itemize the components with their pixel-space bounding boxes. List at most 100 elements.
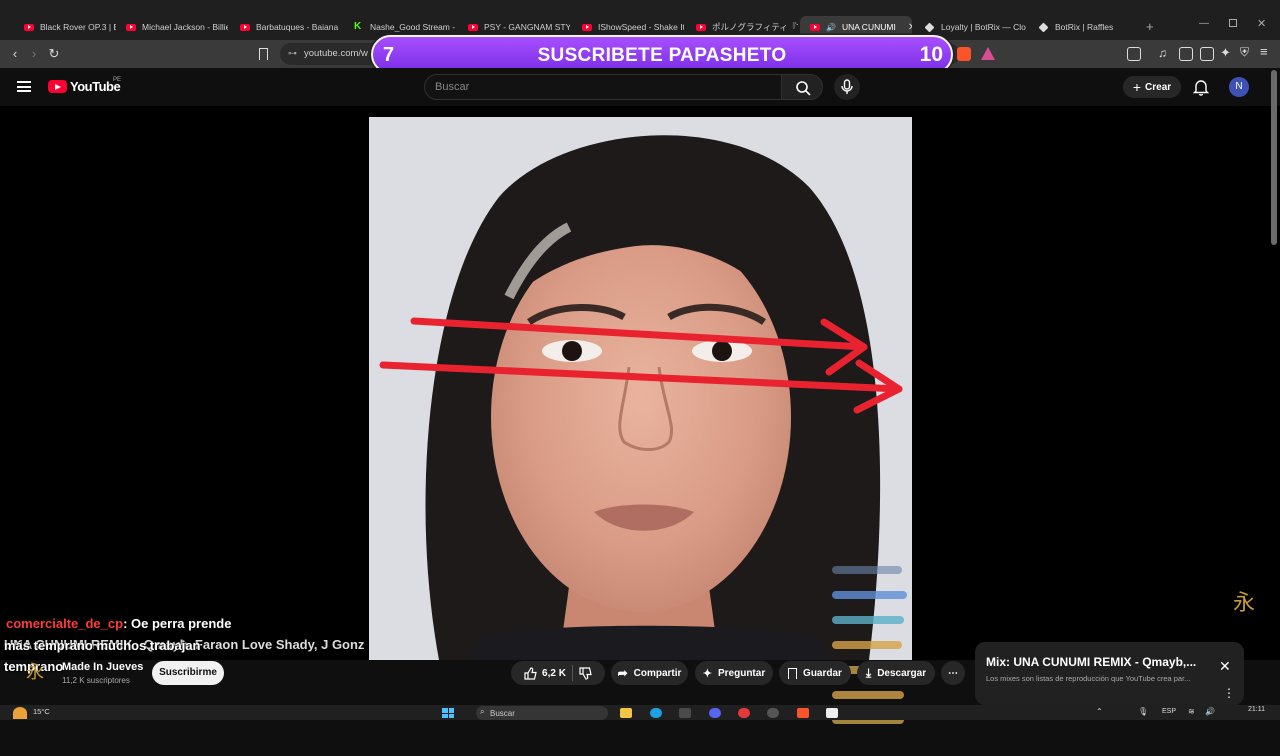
browser-tab-bar: Black Rover OP.3 | Blac Michael Jackson … (0, 0, 1280, 40)
music-icon[interactable]: ♫ (1158, 46, 1167, 60)
mix-subtitle: Los mixes son listas de reproducción que… (986, 674, 1191, 683)
language-indicator[interactable]: ESP (1162, 708, 1176, 715)
search-input[interactable]: Buscar (424, 74, 782, 100)
botrix-icon (924, 22, 935, 32)
reload-icon[interactable]: ↻ (44, 44, 64, 64)
brave-icon[interactable] (797, 708, 809, 718)
thumbs-up-icon (524, 666, 537, 680)
store-icon[interactable] (679, 708, 691, 718)
kick-icon: K (354, 21, 362, 32)
brave-shields-icon[interactable] (957, 47, 971, 61)
file-explorer-icon[interactable] (620, 708, 632, 718)
youtube-icon (24, 23, 34, 31)
app-icon[interactable] (738, 708, 750, 718)
obs-icon[interactable] (767, 708, 779, 718)
browser-tab[interactable]: Barbatuques - Baiana (230, 16, 342, 38)
wallet-icon[interactable] (1200, 47, 1214, 61)
browser-tab[interactable]: BotRix | Raffles (1028, 16, 1140, 38)
ask-button[interactable]: ✦ Preguntar (695, 661, 773, 685)
avatar[interactable]: N (1229, 77, 1249, 97)
subscribe-button[interactable]: Suscribirme (152, 661, 224, 685)
close-window-icon[interactable]: ✕ (1257, 17, 1266, 30)
youtube-icon (696, 23, 706, 31)
volume-icon[interactable]: 🔊 (1205, 707, 1215, 716)
windows-taskbar: 15°C ⌕ Buscar ⌃ 🎙 ESP ≋ 🔊 21:11 (0, 705, 1280, 720)
mix-title: Mix: UNA CUNUMI REMIX - Qmayb,... (986, 655, 1197, 669)
watermark-kanji: 永 (1233, 591, 1256, 616)
chat-username: comercialte_de_cp (6, 616, 124, 631)
panel-icon[interactable] (1179, 47, 1193, 61)
save-button[interactable]: Guardar (779, 661, 851, 685)
share-icon: ➦ (617, 666, 628, 680)
share-button[interactable]: ➦ Compartir (611, 661, 688, 685)
youtube-icon (240, 23, 250, 31)
channel-name[interactable]: Made In Jueves (62, 661, 143, 673)
scrollbar[interactable] (1271, 70, 1277, 245)
chat-message: comercialte_de_cp: Oe perra prende (6, 616, 231, 631)
brave-rewards-icon[interactable] (981, 47, 995, 60)
portrait-image (369, 117, 912, 660)
chat-message-text: : Oe perra prende (123, 616, 232, 631)
more-vertical-icon[interactable]: ⋮ (1223, 686, 1235, 700)
like-button[interactable]: 6,2 K (524, 666, 566, 680)
more-actions-button[interactable]: ⋯ (941, 661, 965, 685)
windows-start-icon[interactable] (442, 708, 454, 718)
menu-icon[interactable]: ≡ (1260, 44, 1268, 59)
discord-icon[interactable] (709, 708, 721, 718)
restore-icon[interactable] (1229, 19, 1237, 27)
close-tab-icon[interactable]: ✕ (908, 22, 912, 33)
site-info-icon[interactable]: ⊶ (288, 48, 297, 59)
search-icon: ⌕ (480, 707, 485, 716)
taskbar-search[interactable]: ⌕ Buscar (476, 706, 608, 720)
bookmark-icon (788, 667, 798, 679)
divider (571, 665, 573, 681)
new-tab-icon[interactable]: + (1146, 19, 1154, 34)
download-button[interactable]: ⤓ Descargar (857, 661, 935, 685)
like-dislike-group: 6,2 K (511, 661, 605, 685)
more-icon: ⋯ (948, 667, 958, 679)
voice-search-button[interactable] (834, 74, 860, 100)
minimize-icon[interactable]: — (1199, 18, 1209, 29)
youtube-icon (468, 23, 478, 31)
video-player[interactable] (0, 106, 1280, 724)
search-icon (796, 81, 811, 96)
microphone-icon (841, 79, 853, 94)
sparkle-icon: ✦ (702, 667, 712, 680)
youtube-logo[interactable]: YouTube (48, 79, 121, 94)
video-frame (369, 117, 912, 660)
chat-message-line2: más temprano muchos trabajan (4, 638, 201, 653)
clock[interactable]: 21:11 (1248, 706, 1265, 713)
microphone-icon[interactable]: 🎙 (1138, 707, 1148, 716)
youtube-icon (126, 23, 136, 31)
notifications-bell-icon[interactable] (1192, 78, 1210, 96)
youtube-icon (810, 23, 820, 31)
wifi-icon[interactable]: ≋ (1188, 707, 1195, 716)
vpn-icon[interactable]: ⛨ (1240, 45, 1249, 60)
mix-card[interactable]: Mix: UNA CUNUMI REMIX - Qmayb,... Los mi… (975, 642, 1244, 705)
bookmark-icon[interactable] (259, 48, 268, 60)
weather-icon[interactable] (13, 707, 27, 719)
leo-ai-icon[interactable]: ✦ (1220, 45, 1231, 61)
edge-icon[interactable] (650, 708, 662, 718)
create-button[interactable]: + Crear (1123, 76, 1181, 98)
search-button[interactable] (781, 74, 823, 100)
youtube-icon (582, 23, 592, 31)
chevron-up-icon[interactable]: ⌃ (1096, 707, 1103, 716)
youtube-logo-icon (48, 80, 67, 93)
sidebar-icon[interactable] (1127, 47, 1141, 61)
hamburger-menu-icon[interactable] (17, 81, 31, 92)
app-icon[interactable] (826, 708, 838, 718)
overlay-counter-right: 10 (919, 43, 943, 66)
region-code: PE (113, 77, 122, 83)
botrix-icon (1038, 22, 1049, 32)
browser-tab[interactable]: Michael Jackson - Billie (116, 16, 228, 38)
browser-tab[interactable]: Black Rover OP.3 | Blac (14, 16, 116, 38)
dislike-button[interactable] (579, 666, 592, 680)
close-icon[interactable]: ✕ (1219, 658, 1231, 675)
url-text: youtube.com/w (304, 48, 368, 59)
weather-temperature[interactable]: 15°C (33, 707, 50, 716)
forward-icon[interactable]: › (24, 44, 44, 64)
back-icon[interactable]: ‹ (5, 44, 25, 64)
youtube-header: YouTube PE Buscar + Crear N (0, 68, 1280, 106)
channel-avatar[interactable]: 永 (26, 658, 52, 684)
